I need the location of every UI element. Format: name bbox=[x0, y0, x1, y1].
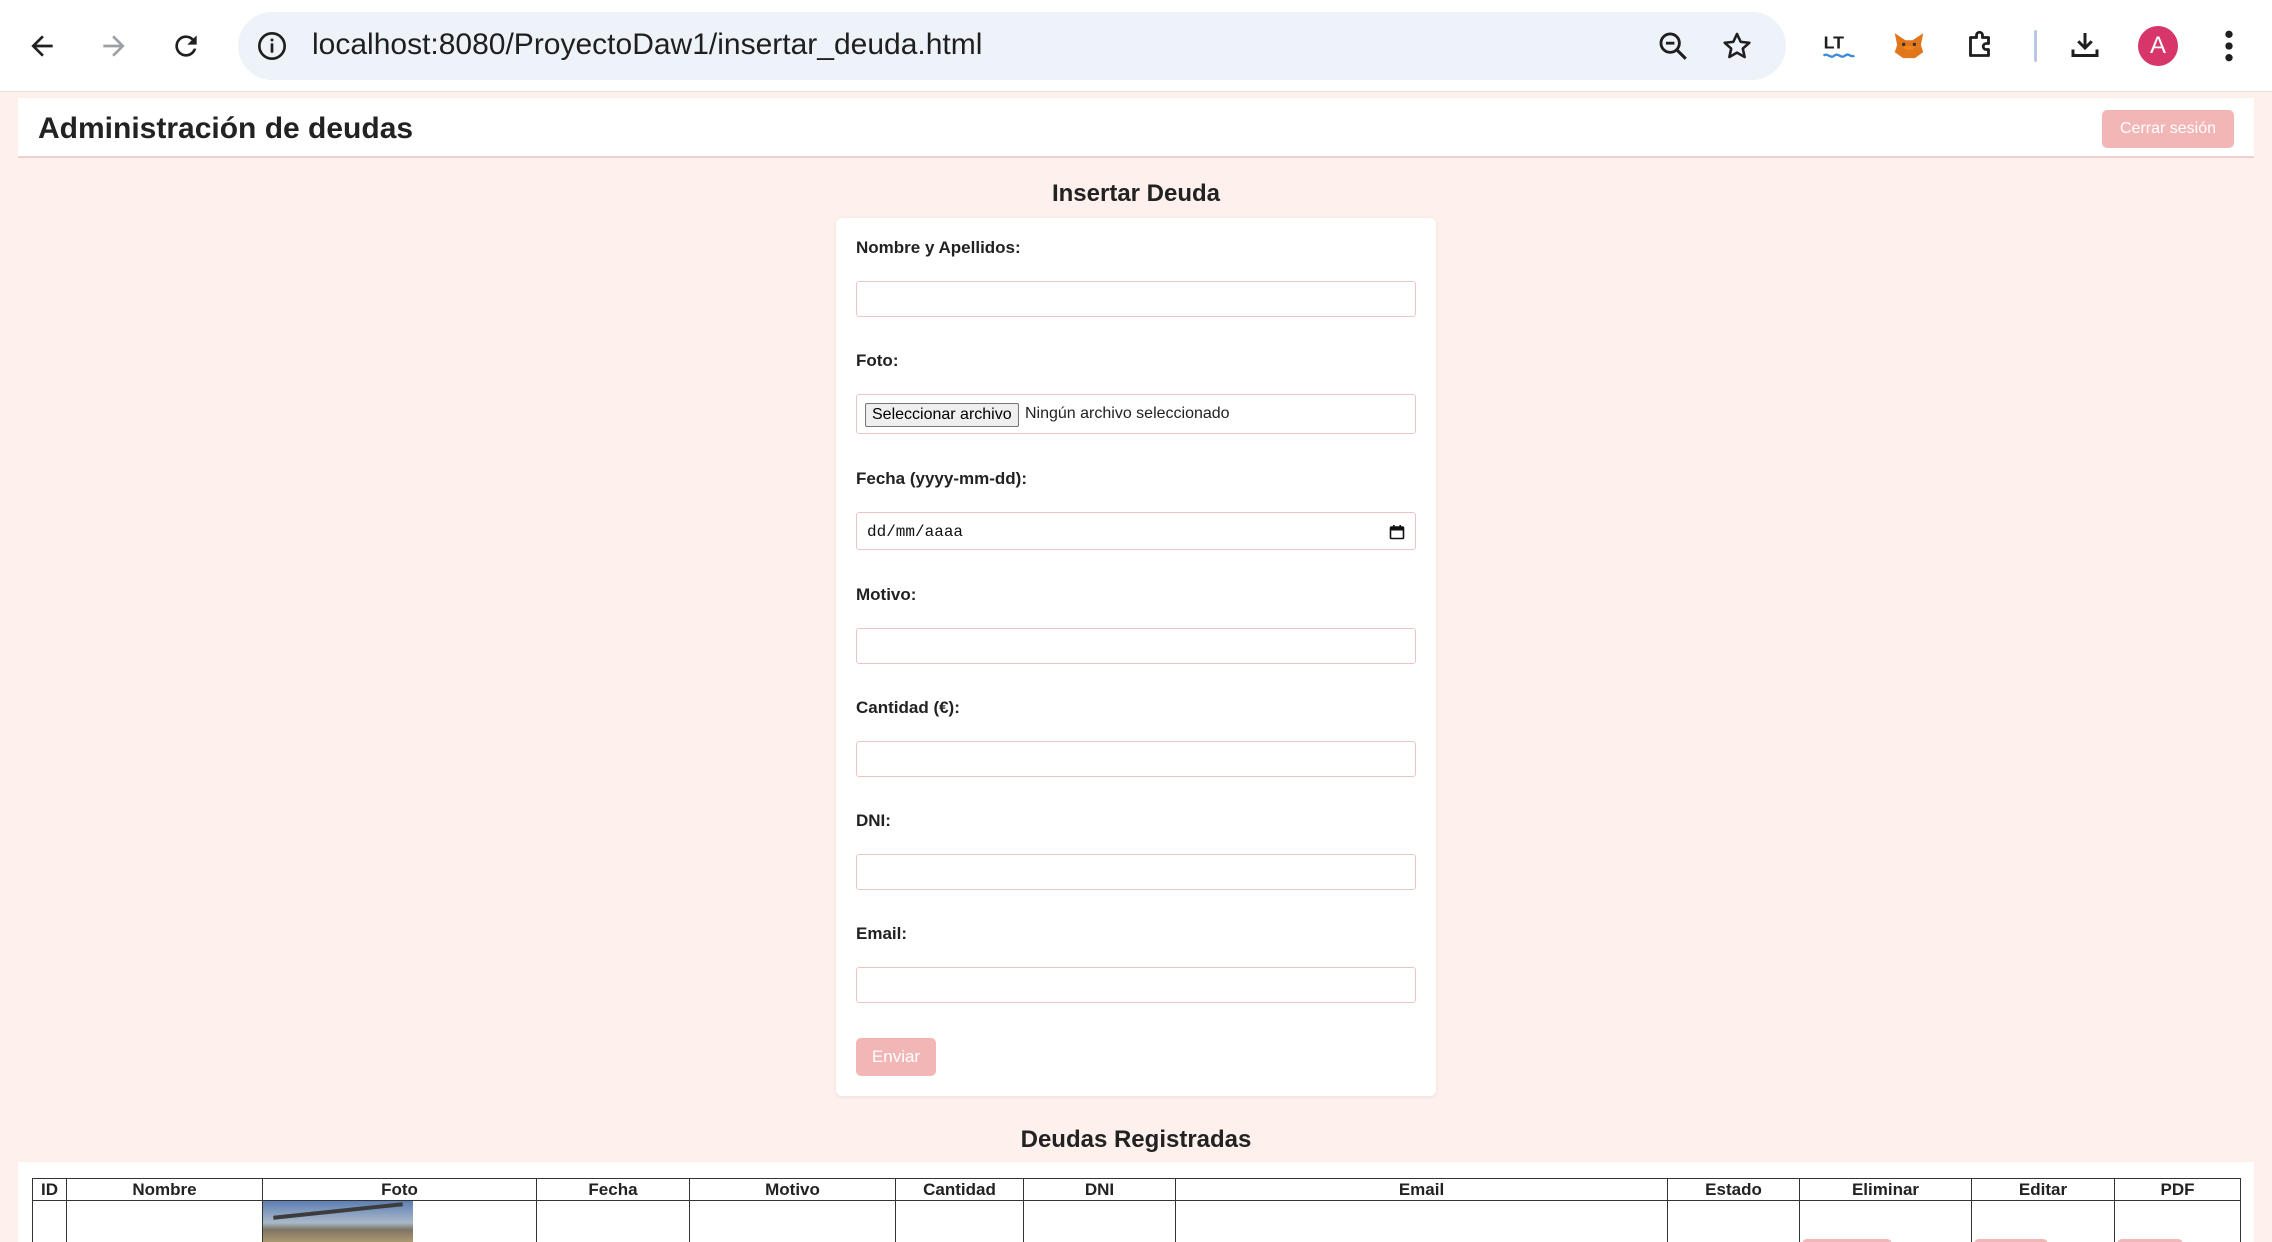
photo-label: Foto: bbox=[856, 351, 899, 370]
cell-amount bbox=[895, 1200, 1024, 1242]
reason-input[interactable] bbox=[856, 628, 1416, 664]
table-header-row: ID Nombre Foto Fecha Motivo Cantidad DNI… bbox=[32, 1178, 2241, 1201]
column-header-edit: Editar bbox=[1971, 1178, 2115, 1201]
column-header-pdf: PDF bbox=[2114, 1178, 2241, 1201]
forward-button[interactable] bbox=[90, 22, 138, 70]
column-header-id: ID bbox=[32, 1178, 67, 1201]
debts-table-card: ID Nombre Foto Fecha Motivo Cantidad DNI… bbox=[18, 1162, 2254, 1242]
column-header-email: Email bbox=[1175, 1178, 1668, 1201]
downloads-icon[interactable] bbox=[2064, 24, 2106, 66]
column-header-dni: DNI bbox=[1023, 1178, 1176, 1201]
cell-reason bbox=[689, 1200, 896, 1242]
cell-dni bbox=[1023, 1200, 1176, 1242]
name-label: Nombre y Apellidos: bbox=[856, 238, 1021, 257]
cell-photo bbox=[262, 1200, 537, 1242]
app-header: Administración de deudas Cerrar sesión bbox=[18, 98, 2254, 158]
cell-delete bbox=[1799, 1200, 1972, 1242]
zoom-out-icon[interactable] bbox=[1656, 29, 1690, 63]
site-info-icon[interactable] bbox=[256, 30, 288, 62]
table-heading: Deudas Registradas bbox=[1020, 1126, 1252, 1153]
column-header-date: Fecha bbox=[536, 1178, 690, 1201]
calendar-icon[interactable] bbox=[1389, 524, 1405, 540]
column-header-name: Nombre bbox=[66, 1178, 263, 1201]
name-input[interactable] bbox=[856, 281, 1416, 317]
profile-avatar[interactable]: A bbox=[2138, 26, 2178, 66]
column-header-status: Estado bbox=[1667, 1178, 1800, 1201]
email-input[interactable] bbox=[856, 967, 1416, 1003]
cell-email bbox=[1175, 1200, 1668, 1242]
back-arrow-icon bbox=[31, 35, 53, 57]
debt-photo-thumbnail bbox=[263, 1201, 413, 1242]
cell-id bbox=[32, 1200, 67, 1242]
cell-date bbox=[536, 1200, 690, 1242]
file-status-text: Ningún archivo seleccionado bbox=[1025, 405, 1230, 422]
reload-icon bbox=[175, 35, 197, 57]
toolbar-separator bbox=[2034, 30, 2037, 62]
cell-edit bbox=[1971, 1200, 2115, 1242]
back-button[interactable] bbox=[18, 22, 66, 70]
email-label: Email: bbox=[856, 924, 908, 943]
date-placeholder: dd/mm/aaaa bbox=[867, 523, 964, 541]
logout-button[interactable]: Cerrar sesión bbox=[2102, 110, 2234, 148]
table-row bbox=[32, 1200, 2241, 1242]
page-title: Administración de deudas bbox=[38, 112, 414, 145]
column-header-photo: Foto bbox=[262, 1178, 537, 1201]
dni-input[interactable] bbox=[856, 854, 1416, 890]
column-header-amount: Cantidad bbox=[895, 1178, 1024, 1201]
metamask-fox-icon[interactable] bbox=[1888, 24, 1930, 66]
insert-debt-form: Nombre y Apellidos: Foto: Seleccionar ar… bbox=[836, 218, 1436, 1096]
address-bar[interactable]: localhost:8080/ProyectoDaw1/insertar_deu… bbox=[238, 12, 1786, 80]
form-heading: Insertar Deuda bbox=[1051, 180, 1221, 207]
extensions-puzzle-icon[interactable] bbox=[1960, 24, 2002, 66]
column-header-delete: Eliminar bbox=[1799, 1178, 1972, 1201]
bookmark-star-icon[interactable] bbox=[1720, 29, 1754, 63]
amount-input[interactable] bbox=[856, 741, 1416, 777]
cell-pdf bbox=[2114, 1200, 2241, 1242]
reason-label: Motivo: bbox=[856, 585, 917, 604]
date-label: Fecha (yyyy-mm-dd): bbox=[856, 469, 1027, 488]
submit-button[interactable]: Enviar bbox=[856, 1038, 936, 1076]
amount-label: Cantidad (€): bbox=[856, 698, 960, 717]
languagetool-extension-icon[interactable]: LT bbox=[1818, 24, 1860, 66]
url-text[interactable]: localhost:8080/ProyectoDaw1/insertar_deu… bbox=[312, 28, 982, 62]
cell-status bbox=[1667, 1200, 1800, 1242]
column-header-reason: Motivo bbox=[689, 1178, 896, 1201]
reload-button[interactable] bbox=[162, 22, 210, 70]
debts-table: ID Nombre Foto Fecha Motivo Cantidad DNI… bbox=[32, 1178, 2241, 1242]
choose-file-button[interactable]: Seleccionar archivo bbox=[865, 403, 1019, 427]
dni-label: DNI: bbox=[856, 811, 891, 830]
forward-arrow-icon bbox=[103, 35, 125, 57]
photo-file-input[interactable]: Seleccionar archivo Ningún archivo selec… bbox=[856, 394, 1416, 434]
more-menu-icon[interactable] bbox=[2214, 26, 2244, 66]
browser-toolbar: localhost:8080/ProyectoDaw1/insertar_deu… bbox=[0, 0, 2272, 92]
cell-name bbox=[66, 1200, 263, 1242]
date-input[interactable]: dd/mm/aaaa bbox=[856, 512, 1416, 550]
svg-text:LT: LT bbox=[1824, 33, 1845, 53]
